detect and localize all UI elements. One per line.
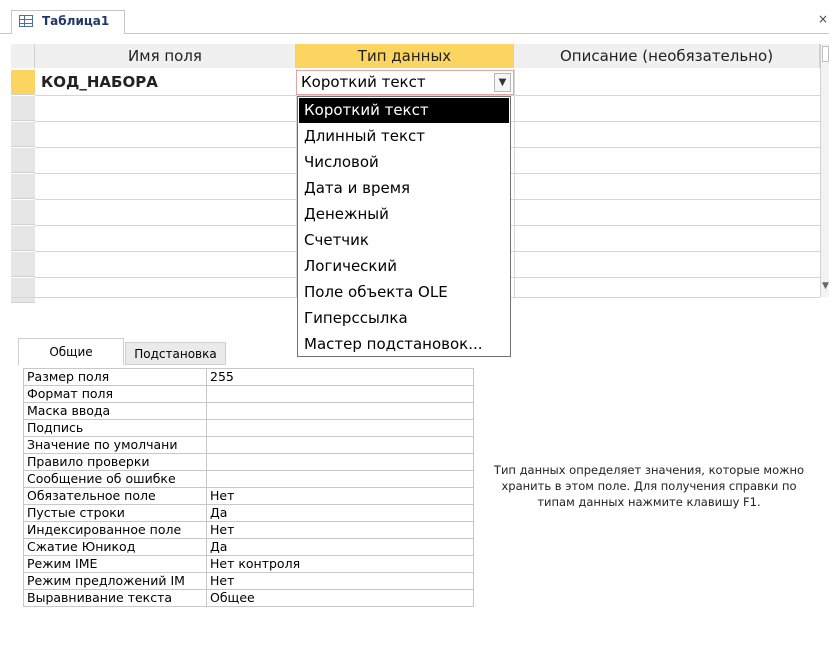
option-currency[interactable]: Денежный [299, 202, 509, 227]
property-row[interactable]: Сжатие Юникод Да [23, 538, 474, 556]
property-value[interactable] [206, 419, 474, 437]
option-autonumber[interactable]: Счетчик [299, 228, 509, 253]
property-row[interactable]: Сообщение об ошибке [23, 470, 474, 488]
property-row[interactable]: Режим IME Нет контроля [23, 555, 474, 573]
property-row[interactable]: Формат поля [23, 385, 474, 403]
property-row[interactable]: Индексированное поле Нет [23, 521, 474, 539]
row-selector[interactable] [11, 96, 35, 121]
option-yes-no[interactable]: Логический [299, 254, 509, 279]
option-short-text[interactable]: Короткий текст [299, 98, 509, 123]
property-row[interactable]: Значение по умолчани [23, 436, 474, 454]
column-header-data-type[interactable]: Тип данных [296, 44, 514, 68]
property-label: Сжатие Юникод [23, 538, 207, 556]
property-value[interactable] [206, 402, 474, 420]
row-selector[interactable] [11, 122, 35, 147]
row-selector-active[interactable] [11, 70, 35, 95]
column-header-field-name[interactable]: Имя поля [35, 44, 296, 68]
row-selector[interactable] [11, 252, 35, 277]
property-label: Маска ввода [23, 402, 207, 420]
property-label: Выравнивание текста [23, 589, 207, 607]
property-value[interactable] [206, 470, 474, 488]
property-label: Режим предложений IM [23, 572, 207, 590]
property-value[interactable]: Нет контроля [206, 555, 474, 573]
property-row[interactable]: Правило проверки [23, 453, 474, 471]
property-value[interactable]: Да [206, 538, 474, 556]
table-icon [19, 15, 33, 27]
row-selector[interactable] [11, 278, 35, 303]
property-value[interactable]: Нет [206, 572, 474, 590]
property-row[interactable]: Размер поля 255 [23, 368, 474, 386]
row-selector[interactable] [11, 200, 35, 225]
property-row[interactable]: Подпись [23, 419, 474, 437]
property-value[interactable]: 255 [206, 368, 474, 386]
row-selector[interactable] [11, 226, 35, 251]
property-value[interactable]: Нет [206, 521, 474, 539]
tab-table1[interactable]: Таблица1 [11, 10, 125, 34]
property-row[interactable]: Режим предложений IM Нет [23, 572, 474, 590]
property-label: Правило проверки [23, 453, 207, 471]
data-type-dropdown-list[interactable]: Короткий текст Длинный текст Числовой Да… [297, 96, 511, 357]
option-long-text[interactable]: Длинный текст [299, 124, 509, 149]
close-icon[interactable]: × [818, 12, 828, 26]
property-label: Размер поля [23, 368, 207, 386]
property-row[interactable]: Маска ввода [23, 402, 474, 420]
scrollbar-thumb[interactable] [822, 46, 829, 62]
property-label: Формат поля [23, 385, 207, 403]
row-selector[interactable] [11, 148, 35, 173]
tab-general[interactable]: Общие [18, 338, 124, 365]
property-row[interactable]: Выравнивание текста Общее [23, 589, 474, 607]
property-value[interactable]: Нет [206, 487, 474, 505]
property-label: Подпись [23, 419, 207, 437]
select-all-corner[interactable] [11, 44, 35, 68]
scroll-down-arrow-icon[interactable]: ▼ [822, 281, 829, 291]
grid-vertical-scrollbar[interactable]: ▼ [820, 44, 829, 297]
option-lookup-wizard[interactable]: Мастер подстановок... [299, 332, 509, 357]
data-type-combobox[interactable]: Короткий текст ▼ [296, 70, 514, 95]
option-hyperlink[interactable]: Гиперссылка [299, 306, 509, 331]
property-help-text: Тип данных определяет значения, которые … [493, 463, 805, 509]
property-row[interactable]: Обязательное поле Нет [23, 487, 474, 505]
tab-lookup[interactable]: Подстановка [125, 342, 226, 365]
property-label: Режим IME [23, 555, 207, 573]
field-properties-table: Размер поля 255 Формат поля Маска ввода П… [23, 368, 474, 607]
property-value[interactable]: Общее [206, 589, 474, 607]
property-value[interactable] [206, 385, 474, 403]
option-ole-object[interactable]: Поле объекта OLE [299, 280, 509, 305]
option-date-time[interactable]: Дата и время [299, 176, 509, 201]
property-label: Обязательное поле [23, 487, 207, 505]
property-label: Сообщение об ошибке [23, 470, 207, 488]
field-name-cell[interactable]: КОД_НАБОРА [41, 73, 158, 91]
row-selector[interactable] [11, 174, 35, 199]
property-value[interactable]: Да [206, 504, 474, 522]
data-type-value: Короткий текст [301, 73, 426, 91]
property-label: Значение по умолчани [23, 436, 207, 454]
column-header-description[interactable]: Описание (необязательно) [514, 44, 820, 68]
chevron-down-icon[interactable]: ▼ [494, 73, 511, 92]
tab-title: Таблица1 [42, 14, 110, 28]
property-row[interactable]: Пустые строки Да [23, 504, 474, 522]
option-number[interactable]: Числовой [299, 150, 509, 175]
property-value[interactable] [206, 436, 474, 454]
column-divider [514, 69, 515, 297]
property-label: Пустые строки [23, 504, 207, 522]
property-value[interactable] [206, 453, 474, 471]
property-label: Индексированное поле [23, 521, 207, 539]
